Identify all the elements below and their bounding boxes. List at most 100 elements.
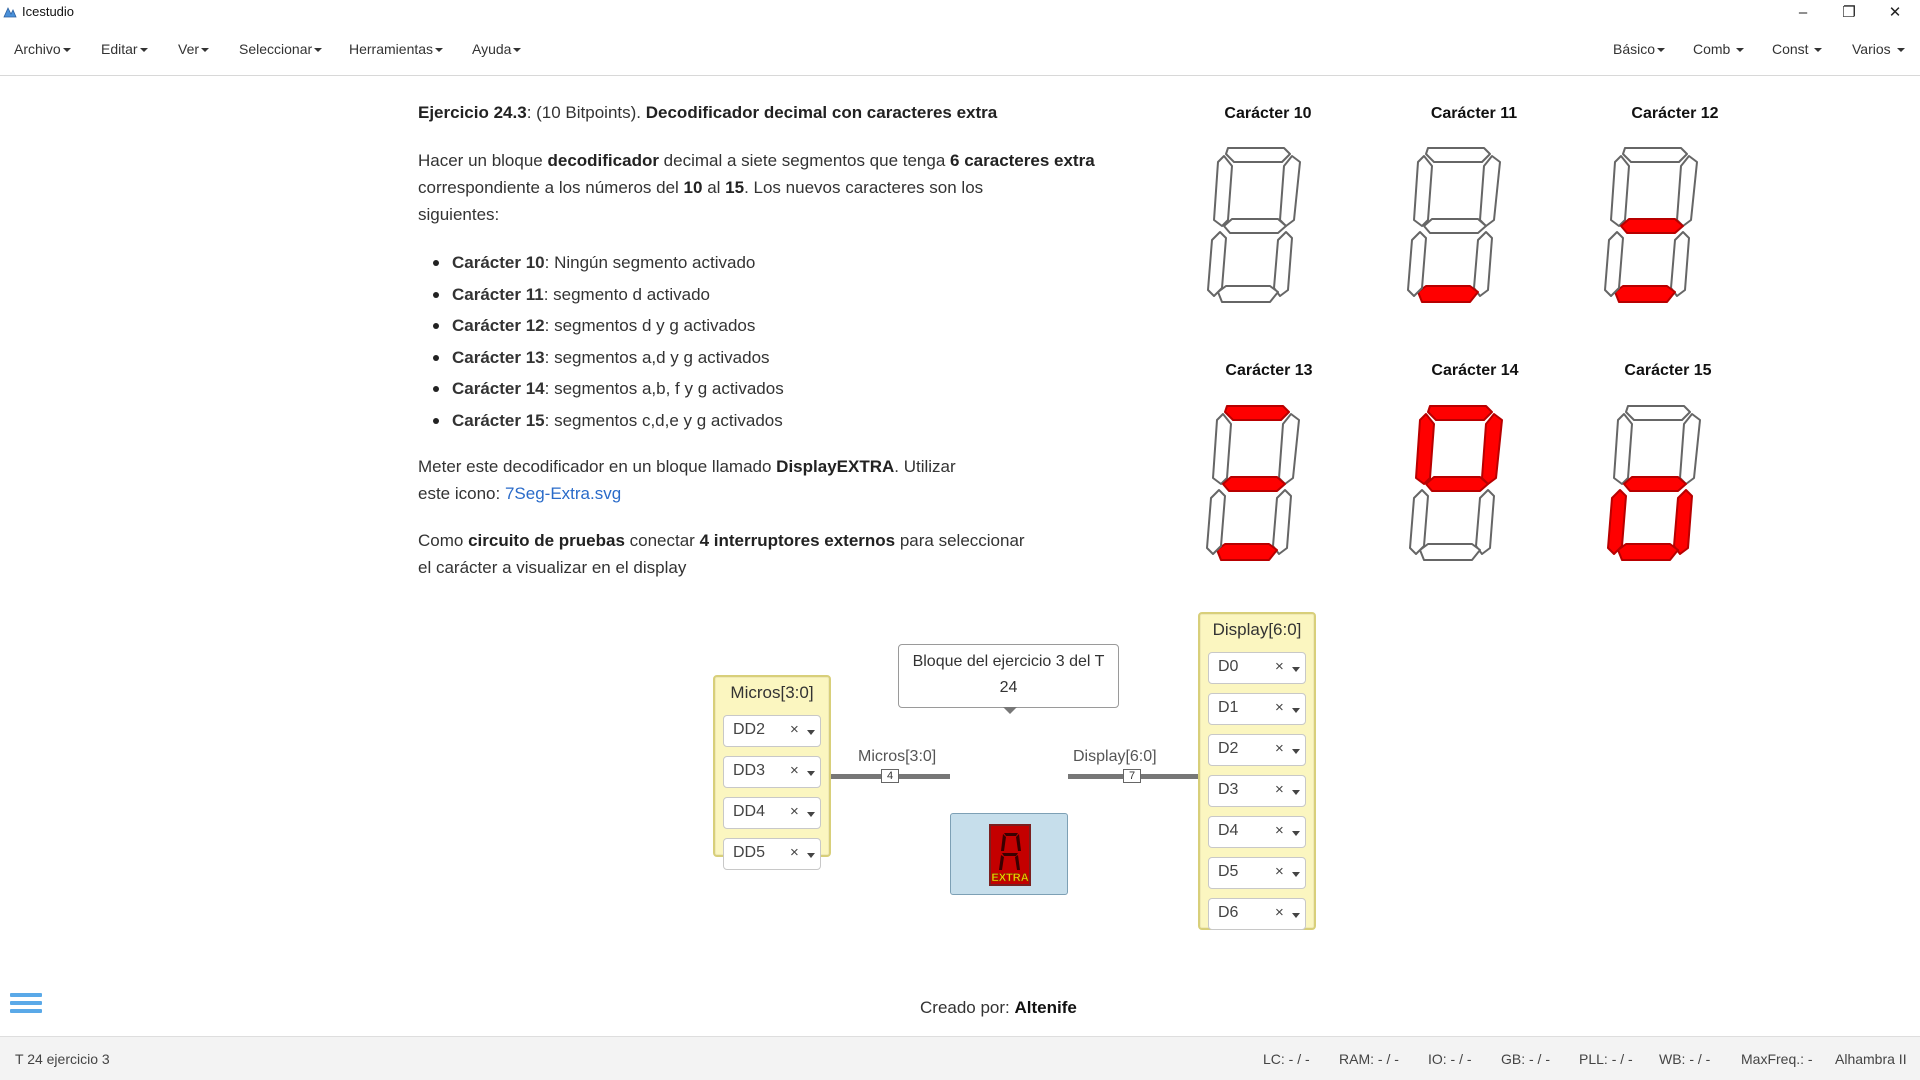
text-span: Hacer un bloque	[418, 151, 548, 170]
segment-g	[1623, 476, 1687, 492]
chevron-down-icon	[1896, 48, 1905, 53]
input-block-micros[interactable]: Micros[3:0] DD2 × DD3 × DD4 × DD5 ×	[713, 675, 831, 870]
pin-select-d2[interactable]: D2 ×	[1208, 734, 1306, 766]
pin-select-d5[interactable]: D5 ×	[1208, 857, 1306, 889]
text-bold: 4 interruptores externos	[699, 531, 896, 550]
clear-icon[interactable]: ×	[790, 844, 799, 861]
chevron-down-icon[interactable]	[807, 812, 815, 817]
status-io: IO: - / -	[1428, 1051, 1472, 1067]
text-bold: 6 caracteres extra	[950, 151, 1095, 170]
chevron-down-icon[interactable]	[807, 730, 815, 735]
clear-icon[interactable]: ×	[790, 762, 799, 779]
menu-basico-label: Básico	[1613, 41, 1656, 57]
menu-ayuda[interactable]: Ayuda	[472, 41, 522, 57]
maximize-button[interactable]: ❐	[1826, 0, 1872, 24]
chevron-down-icon[interactable]	[1292, 708, 1300, 713]
bullet-desc: : segmentos d y g activados	[544, 316, 756, 336]
chevron-down-icon[interactable]	[1292, 831, 1300, 836]
menu-varios[interactable]: Varios	[1852, 41, 1905, 57]
menu-bar: Archivo Editar Ver Seleccionar Herramien…	[0, 24, 1920, 76]
clear-icon[interactable]: ×	[1275, 863, 1284, 880]
hamburger-line	[10, 993, 42, 997]
bullet-desc: : segmentos a,b, f y g activados	[544, 379, 784, 399]
menu-ver[interactable]: Ver	[178, 41, 210, 57]
output-block-display[interactable]: Display[6:0] D0 × D1 × D2 × D3 × D4 × D5 × D6 ×	[1198, 612, 1316, 930]
menu-archivo[interactable]: Archivo	[14, 41, 71, 57]
pin-select-d4[interactable]: D4 ×	[1208, 816, 1306, 848]
text-span: al	[702, 178, 726, 197]
chevron-down-icon[interactable]	[1292, 749, 1300, 754]
output-wire-label: Display[6:0]	[1073, 748, 1157, 765]
pin-select-d3[interactable]: D3 ×	[1208, 775, 1306, 807]
clear-icon[interactable]: ×	[790, 721, 799, 738]
pin-select-d0[interactable]: D0 ×	[1208, 652, 1306, 684]
segment-d	[1217, 285, 1279, 303]
close-button[interactable]: ✕	[1872, 0, 1918, 24]
pin-select-dd2[interactable]: DD2 ×	[723, 715, 821, 747]
menu-comb[interactable]: Comb	[1693, 41, 1745, 57]
clear-icon[interactable]: ×	[790, 803, 799, 820]
pin-select-dd5[interactable]: DD5 ×	[723, 838, 821, 870]
clear-icon[interactable]: ×	[1275, 699, 1284, 716]
board-name[interactable]: Alhambra II	[1835, 1051, 1907, 1067]
pin-select-d6[interactable]: D6 ×	[1208, 898, 1306, 930]
menu-seleccionar[interactable]: Seleccionar	[239, 41, 323, 57]
character-13-title: Carácter 13	[1225, 362, 1313, 379]
status-wb: WB: - / -	[1659, 1051, 1711, 1067]
menu-editar[interactable]: Editar	[101, 41, 148, 57]
title-bar: Icestudio – ❐ ✕	[0, 0, 1920, 24]
chevron-down-icon[interactable]	[1292, 872, 1300, 877]
status-gb: GB: - / -	[1501, 1051, 1550, 1067]
segment-b	[1481, 413, 1503, 485]
canvas-area[interactable]: Ejercicio 24.3: (10 Bitpoints). Decodifi…	[0, 77, 1920, 1035]
chevron-down-icon[interactable]	[807, 771, 815, 776]
app-title: Icestudio	[22, 4, 75, 19]
text-span: correspondiente a los números del	[418, 178, 684, 197]
segment-d	[1617, 543, 1679, 561]
text-bold: DisplayEXTRA	[776, 457, 895, 476]
chevron-down-icon	[435, 48, 444, 53]
segment-g	[1425, 476, 1489, 492]
chevron-down-icon	[1657, 48, 1666, 53]
clear-icon[interactable]: ×	[1275, 904, 1284, 921]
hamburger-menu-icon[interactable]	[10, 993, 42, 1021]
text-span: . Los nuevos caracteres son los	[744, 178, 984, 197]
segment-g	[1222, 476, 1286, 492]
segment-e	[1407, 231, 1427, 297]
display-extra-module[interactable]: EXTRA	[950, 813, 1068, 895]
list-item: Carácter 14: segmentos a,b, f y g activa…	[418, 373, 1018, 405]
text-bold: circuito de pruebas	[468, 531, 625, 550]
list-item: Carácter 15: segmentos c,d,e y g activad…	[418, 405, 1018, 437]
menu-herramientas[interactable]: Herramientas	[349, 41, 444, 57]
clear-icon[interactable]: ×	[1275, 740, 1284, 757]
clear-icon[interactable]: ×	[1275, 658, 1284, 675]
clear-icon[interactable]: ×	[1275, 822, 1284, 839]
comment-box[interactable]: Bloque del ejercicio 3 del T 24	[898, 644, 1119, 708]
menu-herramientas-label: Herramientas	[349, 41, 434, 57]
pin-label: D1	[1218, 699, 1239, 716]
segment-e	[1409, 489, 1429, 555]
pin-select-d1[interactable]: D1 ×	[1208, 693, 1306, 725]
menu-basico[interactable]: Básico	[1613, 41, 1666, 57]
icon-file-link[interactable]: 7Seg-Extra.svg	[505, 484, 621, 503]
status-lc: LC: - / -	[1263, 1051, 1310, 1067]
chevron-down-icon[interactable]	[1292, 790, 1300, 795]
seven-segment-display-14	[1409, 405, 1503, 561]
clear-icon[interactable]: ×	[1275, 781, 1284, 798]
segment-b	[1479, 155, 1501, 227]
text-span: este icono:	[418, 484, 505, 503]
menu-const[interactable]: Const	[1772, 41, 1823, 57]
chevron-down-icon[interactable]	[1292, 913, 1300, 918]
icestudio-logo-icon	[3, 7, 17, 18]
chevron-down-icon	[139, 48, 148, 53]
pin-select-dd4[interactable]: DD4 ×	[723, 797, 821, 829]
text-span: decimal a siete segmentos que tenga	[658, 151, 951, 170]
segment-c	[1273, 231, 1293, 297]
chevron-down-icon[interactable]	[1292, 667, 1300, 672]
chevron-down-icon[interactable]	[807, 853, 815, 858]
list-item: Carácter 13: segmentos a,d y g activados	[418, 342, 1018, 374]
list-item: Carácter 12: segmentos d y g activados	[418, 310, 1018, 342]
pin-select-dd3[interactable]: DD3 ×	[723, 756, 821, 788]
minimize-button[interactable]: –	[1780, 0, 1826, 24]
pin-label: D5	[1218, 863, 1239, 880]
